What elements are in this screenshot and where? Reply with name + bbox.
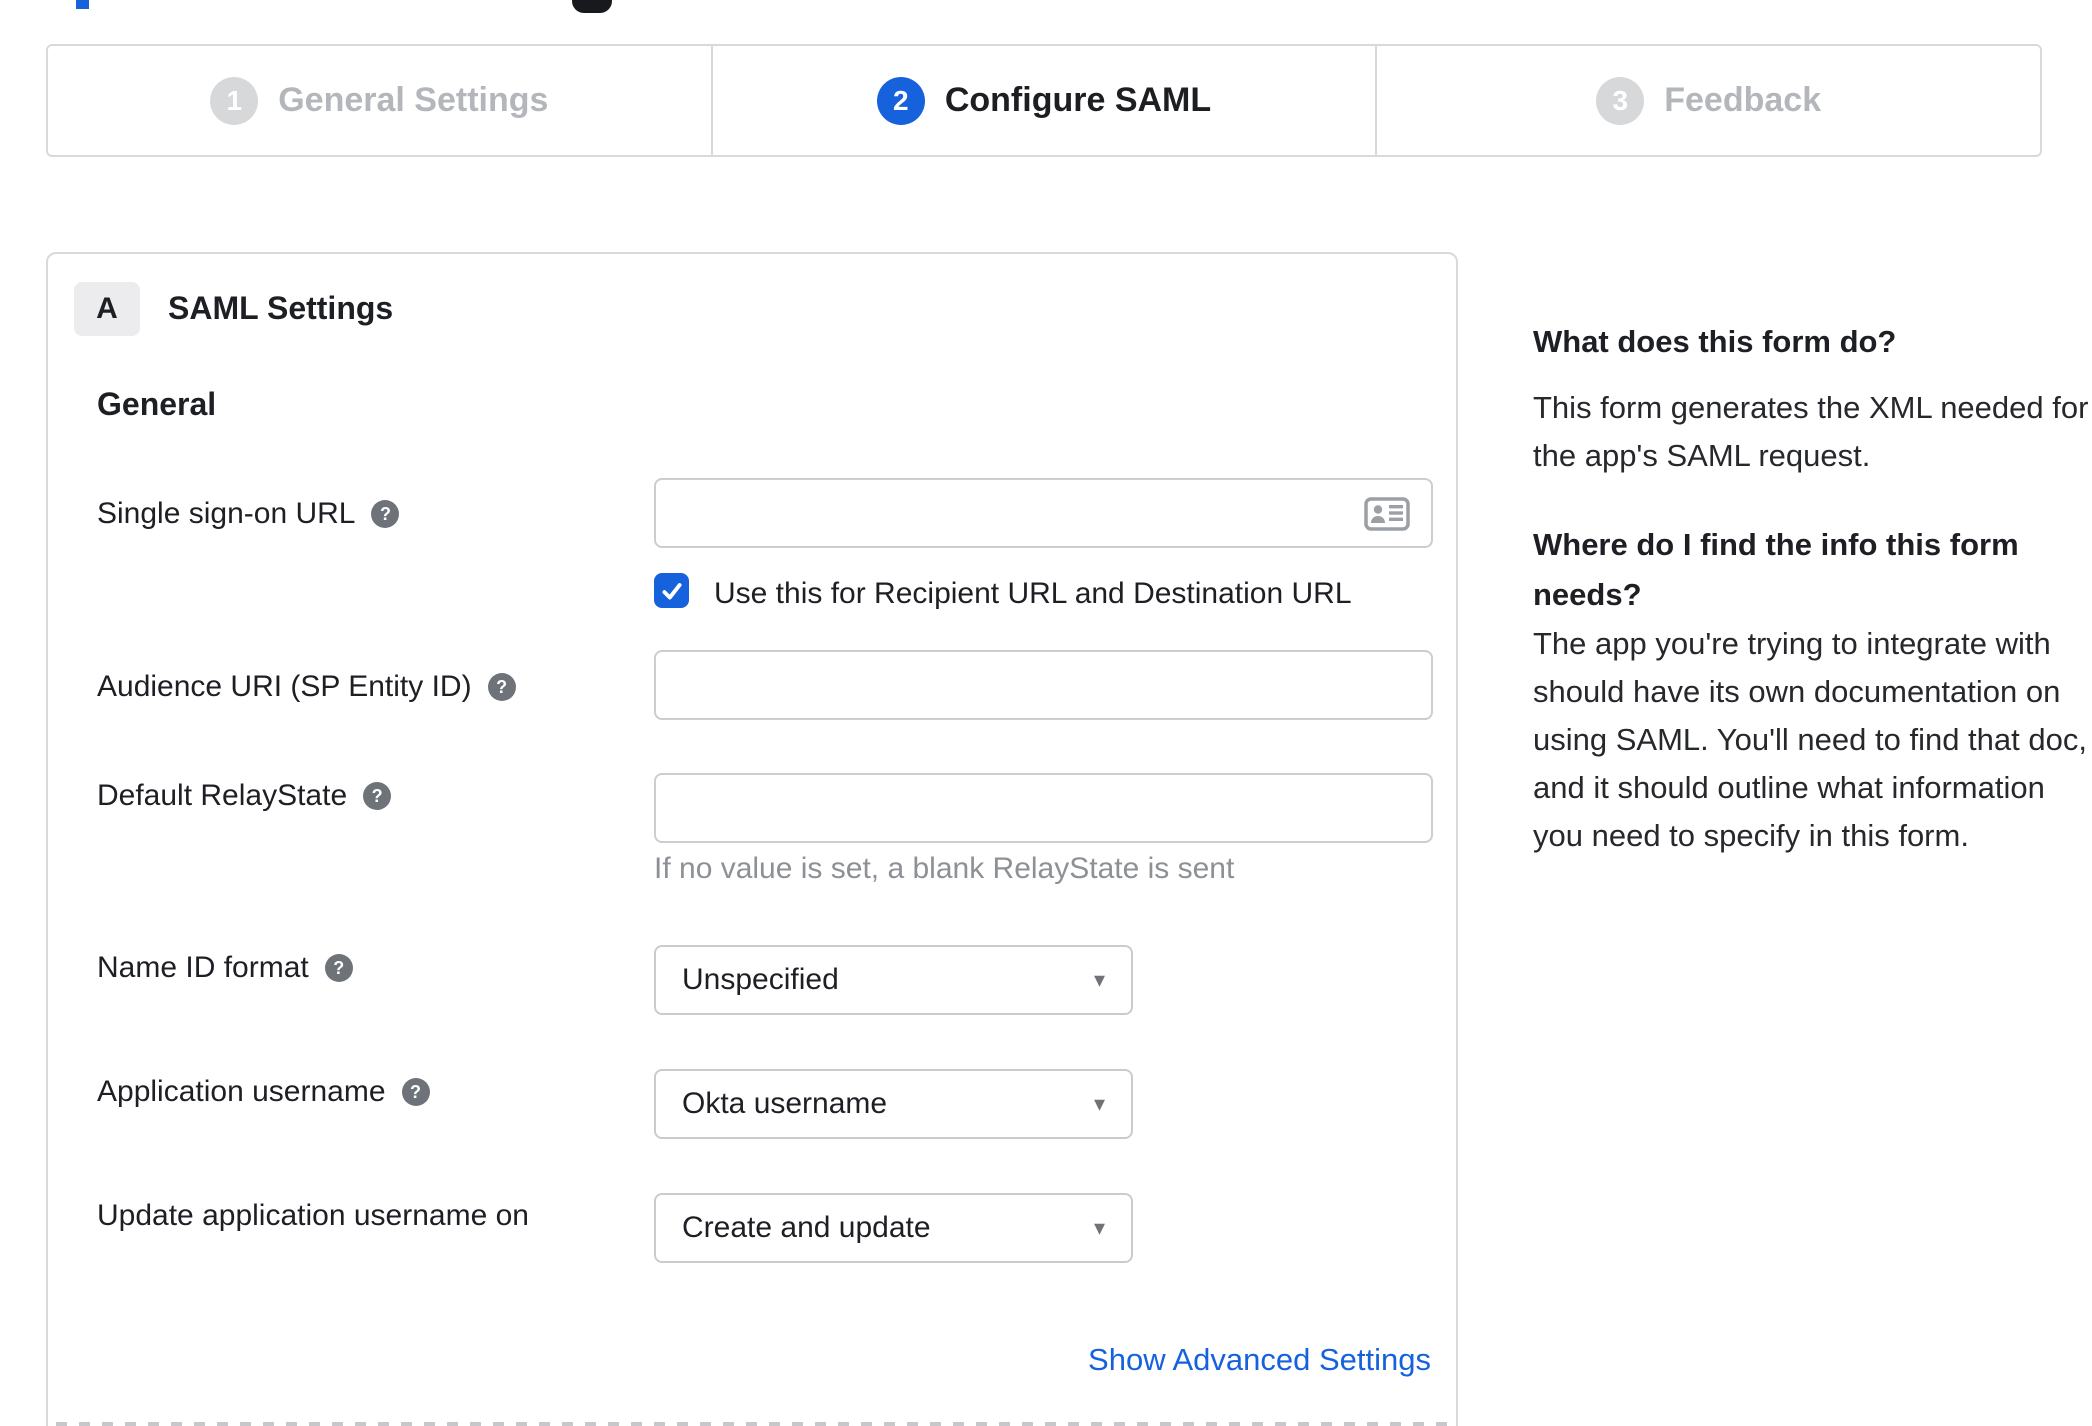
help-q2-body: The app you're trying to integrate with …	[1533, 626, 2087, 853]
step-2-circle: 2	[876, 76, 925, 125]
step-configure-saml[interactable]: 2 Configure SAML	[710, 46, 1376, 155]
update-username-label: Update application username on	[97, 1199, 529, 1232]
help-sidebar: What does this form do? This form genera…	[1533, 318, 2092, 860]
step-3-circle: 3	[1596, 76, 1645, 125]
sso-url-label-row: Single sign-on URL ?	[97, 494, 400, 534]
relaystate-hint: If no value is set, a blank RelayState i…	[654, 852, 1235, 885]
sso-url-label: Single sign-on URL	[97, 497, 356, 530]
app-username-help-icon[interactable]: ?	[401, 1078, 430, 1106]
audience-uri-label-row: Audience URI (SP Entity ID) ?	[97, 667, 516, 707]
nameid-format-label: Name ID format	[97, 951, 309, 984]
dotted-divider	[56, 1422, 1448, 1426]
app-username-label: Application username	[97, 1075, 386, 1108]
relaystate-label-row: Default RelayState ?	[97, 776, 392, 816]
sso-url-input[interactable]	[654, 478, 1433, 548]
use-for-recipient-checkbox[interactable]	[654, 573, 689, 608]
section-a-badge: A	[74, 282, 140, 336]
cutoff-title-descender	[572, 0, 612, 13]
update-username-select[interactable]: Create and update ▾	[654, 1193, 1133, 1263]
nameid-format-label-row: Name ID format ?	[97, 948, 353, 988]
sso-url-help-icon[interactable]: ?	[371, 500, 400, 528]
caret-down-icon: ▾	[1093, 1215, 1105, 1240]
help-q1-heading: What does this form do?	[1533, 324, 1897, 359]
nameid-format-select[interactable]: Unspecified ▾	[654, 945, 1133, 1015]
app-username-label-row: Application username ?	[97, 1072, 430, 1112]
wizard-stepper: 1 General Settings 2 Configure SAML 3 Fe…	[46, 44, 2042, 157]
show-advanced-settings-link[interactable]: Show Advanced Settings	[1088, 1340, 1431, 1380]
audience-uri-help-icon[interactable]: ?	[487, 673, 516, 701]
relaystate-help-icon[interactable]: ?	[363, 782, 392, 810]
help-q2-heading: Where do I find the info this form needs…	[1533, 527, 2019, 612]
relaystate-input[interactable]	[654, 773, 1433, 843]
checkmark-icon	[661, 582, 682, 599]
audience-uri-input[interactable]	[654, 650, 1433, 720]
configure-saml-page: 1 General Settings 2 Configure SAML 3 Fe…	[0, 0, 2092, 1426]
nameid-format-help-icon[interactable]: ?	[324, 954, 353, 982]
section-title: SAML Settings	[168, 290, 394, 326]
saml-settings-panel: A SAML Settings General Single sign-on U…	[46, 252, 1458, 1426]
nameid-format-value: Unspecified	[682, 963, 839, 996]
step-2-label: Configure SAML	[944, 81, 1212, 119]
caret-down-icon: ▾	[1093, 967, 1105, 992]
step-1-label: General Settings	[278, 81, 549, 119]
step-3-label: Feedback	[1664, 81, 1822, 119]
step-1-circle: 1	[210, 76, 259, 125]
use-for-recipient-label: Use this for Recipient URL and Destinati…	[714, 577, 1352, 610]
update-username-label-row: Update application username on	[97, 1196, 529, 1236]
caret-down-icon: ▾	[1093, 1091, 1105, 1116]
help-q1-body: This form generates the XML needed for t…	[1533, 390, 2089, 473]
general-group-heading: General	[97, 386, 217, 422]
step-general-settings[interactable]: 1 General Settings	[48, 46, 711, 155]
update-username-value: Create and update	[682, 1211, 931, 1244]
app-username-value: Okta username	[682, 1087, 888, 1120]
cutoff-blue-fragment	[76, 0, 89, 9]
audience-uri-label: Audience URI (SP Entity ID)	[97, 670, 472, 703]
step-feedback[interactable]: 3 Feedback	[1375, 46, 2040, 155]
app-username-select[interactable]: Okta username ▾	[654, 1069, 1133, 1139]
relaystate-label: Default RelayState	[97, 779, 348, 812]
